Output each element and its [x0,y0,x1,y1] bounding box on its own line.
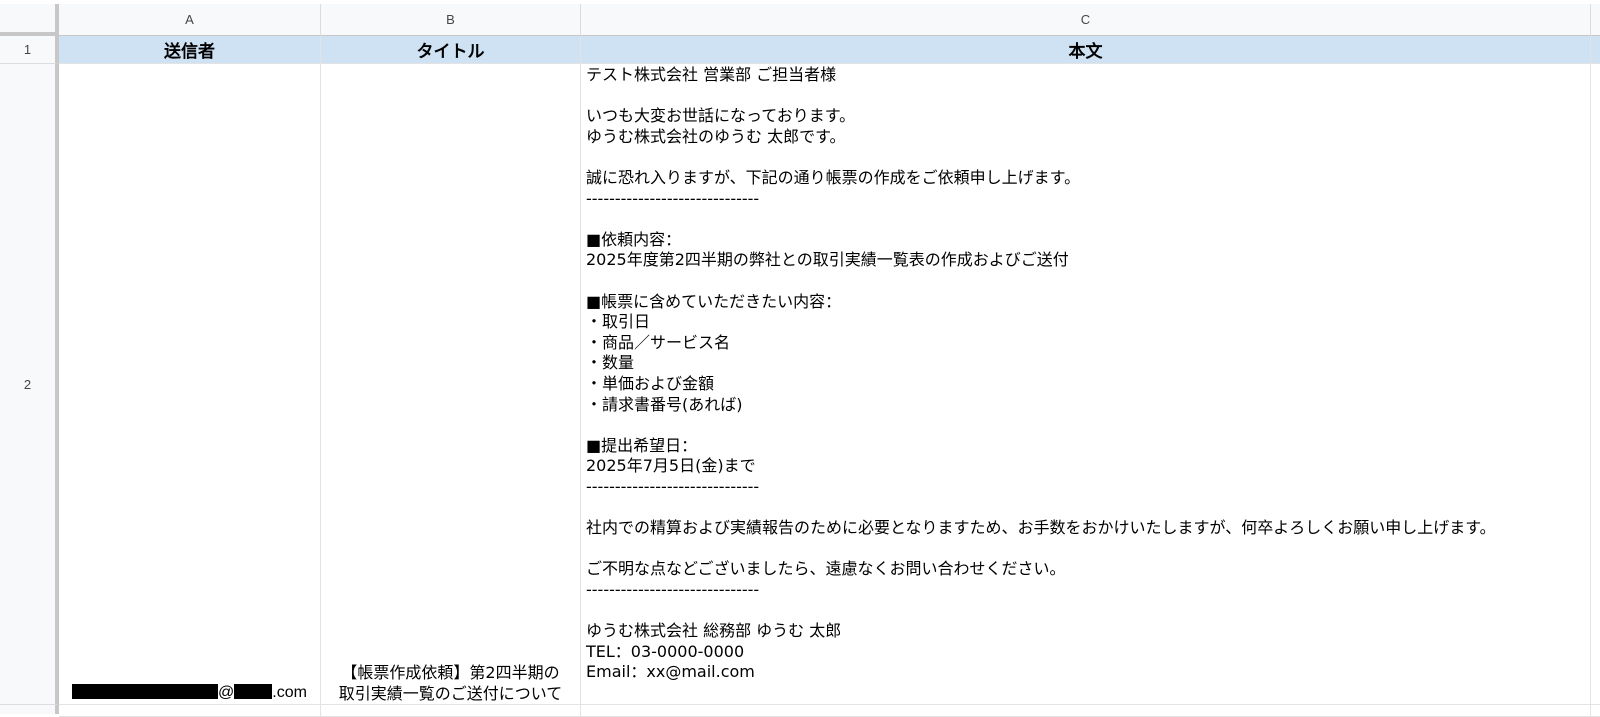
body-line: 誠に恐れ入りますが、下記の通り帳票の作成をご依頼申し上げます。 [586,167,1081,187]
select-all-corner[interactable] [0,4,59,36]
body-line [586,147,1590,168]
body-line: Email：xx@mail.com [586,662,755,682]
column-header-bar: A B C [0,4,1600,36]
cell-d2[interactable] [1591,64,1600,705]
row-header-1[interactable]: 1 [0,36,59,64]
cell-c1-body-header[interactable]: 本文 [581,36,1591,64]
spreadsheet: A B C 1 2 送信者 タイトル 本文 @ .com 【帳票作成依頼】第2四半… [0,0,1600,717]
cell-c2-body[interactable]: テスト株式会社 営業部 ご担当者様 いつも大変お世話になっております。 ゆうむ株式… [581,64,1591,705]
body-line: ・請求書番号(あれば) [586,394,743,414]
cell-grid: 送信者 タイトル 本文 @ .com 【帳票作成依頼】第2四半期の 取引実績一覧の… [59,36,1600,717]
body-line: テスト株式会社 営業部 ご担当者様 [586,65,837,84]
email-body: テスト株式会社 営業部 ご担当者様 いつも大変お世話になっております。 ゆうむ株式… [586,65,1590,683]
body-line [586,86,1590,107]
body-line: ■提出希望日： [586,435,698,455]
column-header-c[interactable]: C [581,4,1591,36]
cell-c3[interactable] [581,705,1591,717]
column-header-b[interactable]: B [321,4,581,36]
column-header-filler [1591,4,1600,36]
body-line: ・取引日 [586,312,651,332]
row-header-2[interactable]: 2 [0,64,59,705]
redacted-domain [234,684,273,699]
cell-d1[interactable] [1591,36,1600,64]
body-line: ・数量 [586,353,635,373]
cell-b3[interactable] [321,705,581,717]
body-line: ■依頼内容： [586,229,682,249]
body-line: ゆうむ株式会社 総務部 ゆうむ 太郎 [586,621,842,641]
body-line: 2025年度第2四半期の弊社との取引実績一覧表の作成およびご送付 [586,250,1069,270]
title-line: 取引実績一覧のご送付について [338,684,563,703]
redacted-username [72,684,219,699]
row-header-3[interactable] [0,705,59,714]
cell-b1-title-header[interactable]: タイトル [321,36,581,64]
body-line: いつも大変お世話になっております。 [586,106,856,126]
title-line: 【帳票作成依頼】第2四半期の [341,663,560,682]
sender-domain-suffix: .com [272,684,307,701]
body-line [586,497,1590,518]
body-line [586,271,1590,292]
cell-b2-title[interactable]: 【帳票作成依頼】第2四半期の 取引実績一覧のご送付について [321,64,581,705]
body-line [586,600,1590,621]
body-line: ・商品／サービス名 [586,332,731,352]
body-line: ゆうむ株式会社のゆうむ 太郎です。 [586,126,846,146]
body-line: ------------------------------ [586,188,760,208]
body-line [586,539,1590,560]
body-line: TEL：03-0000-0000 [586,641,745,661]
sender-email: @ .com [63,682,316,704]
cell-a1-sender-header[interactable]: 送信者 [59,36,321,64]
body-line: ------------------------------ [586,476,760,496]
body-line: ------------------------------ [586,579,760,599]
body-line: ご不明な点などございましたら、遠慮なくお問い合わせください。 [586,559,1066,579]
body-line [586,415,1590,436]
cell-a2-sender[interactable]: @ .com [59,64,321,705]
body-line [586,209,1590,230]
cell-a3[interactable] [59,705,321,717]
sender-at-sign: @ [218,684,235,701]
column-header-a[interactable]: A [59,4,321,36]
body-line: 2025年7月5日(金)まで [586,456,756,476]
body-line: ・単価および金額 [586,373,715,393]
body-line: 社内での精算および実績報告のために必要となりますため、お手数をおかけいたしますが… [586,518,1496,538]
cell-d3[interactable] [1591,705,1600,717]
email-title: 【帳票作成依頼】第2四半期の 取引実績一覧のご送付について [323,662,578,704]
body-line: ■帳票に含めていただきたい内容： [586,291,842,311]
